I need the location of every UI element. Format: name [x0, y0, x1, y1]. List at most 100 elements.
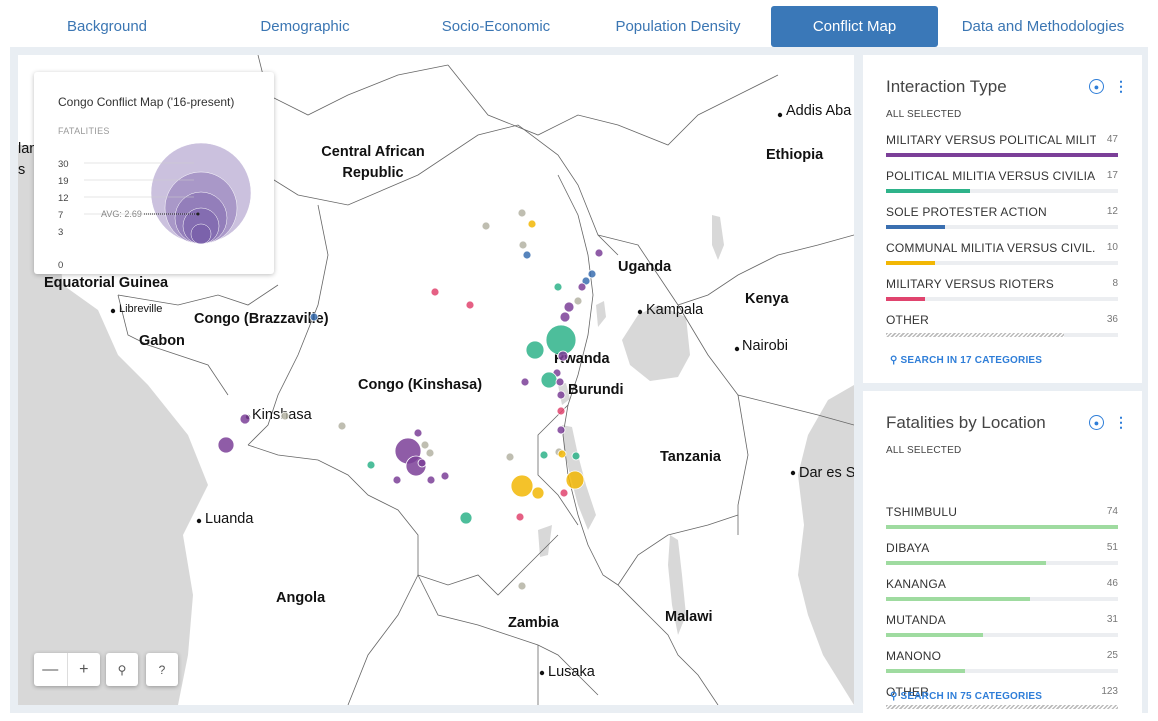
category-bar	[886, 561, 1047, 565]
conflict-point[interactable]	[459, 511, 473, 525]
label-angola: Angola	[276, 590, 326, 606]
conflict-point[interactable]	[587, 269, 597, 279]
conflict-point[interactable]	[539, 450, 549, 460]
conflict-point[interactable]	[555, 377, 565, 387]
conflict-point[interactable]	[522, 250, 532, 260]
category-name: MILITARY VERSUS POLITICAL MILIT...	[886, 133, 1096, 147]
category-row[interactable]: MUTANDA 31	[886, 613, 1118, 649]
conflict-point[interactable]	[413, 428, 423, 438]
category-value: 123	[1101, 686, 1118, 697]
conflict-point[interactable]	[559, 311, 571, 323]
category-row[interactable]: MANONO 25	[886, 649, 1118, 685]
conflict-point[interactable]	[440, 471, 450, 481]
category-bar-track	[886, 597, 1118, 601]
conflict-point[interactable]	[426, 475, 436, 485]
category-row[interactable]: MILITARY VERSUS RIOTERS 8	[886, 277, 1118, 313]
conflict-point[interactable]	[573, 296, 583, 306]
dashboard: Central African Republic Ethiopia Uganda…	[10, 47, 1148, 713]
zoom-in-button[interactable]: +	[68, 653, 101, 686]
conflict-point[interactable]	[553, 282, 563, 292]
conflict-point[interactable]	[557, 350, 569, 362]
tab-background[interactable]: Background	[10, 6, 204, 47]
conflict-point[interactable]	[420, 440, 430, 450]
conflict-point[interactable]	[239, 413, 251, 425]
search-icon: ⚲	[890, 355, 901, 366]
category-row[interactable]: OTHER 36	[886, 313, 1118, 349]
info-icon[interactable]: ●	[1089, 415, 1104, 430]
conflict-point[interactable]	[559, 488, 569, 498]
category-bar	[886, 597, 1030, 601]
conflict-point[interactable]	[217, 436, 235, 454]
search-categories-link[interactable]: ⚲ SEARCH IN 75 CATEGORIES	[890, 691, 1042, 702]
more-options-icon[interactable]: ⋮	[1114, 78, 1128, 94]
conflict-point[interactable]	[280, 411, 290, 421]
category-row[interactable]: MILITARY VERSUS POLITICAL MILIT... 47	[886, 133, 1118, 169]
category-row[interactable]: DIBAYA 51	[886, 541, 1118, 577]
tab-data-methodologies[interactable]: Data and Methodologies	[950, 6, 1136, 47]
conflict-point[interactable]	[337, 421, 347, 431]
conflict-point[interactable]	[525, 340, 545, 360]
conflict-point[interactable]	[515, 512, 525, 522]
conflict-point[interactable]	[571, 451, 581, 461]
conflict-point[interactable]	[531, 486, 545, 500]
conflict-point[interactable]	[309, 312, 319, 322]
label-congo-kinshasa: Congo (Kinshasa)	[358, 377, 482, 393]
zoom-out-button[interactable]: —	[34, 653, 68, 686]
conflict-map[interactable]: Central African Republic Ethiopia Uganda…	[18, 55, 854, 705]
info-icon[interactable]: ●	[1089, 79, 1104, 94]
conflict-point[interactable]	[563, 301, 575, 313]
category-bar	[886, 705, 1118, 709]
tab-conflict-map[interactable]: Conflict Map	[771, 6, 938, 47]
category-bar	[886, 333, 1064, 337]
label-uganda: Uganda	[618, 259, 672, 275]
category-row[interactable]: COMMUNAL MILITIA VERSUS CIVIL... 10	[886, 241, 1118, 277]
conflict-point[interactable]	[366, 460, 376, 470]
category-bar-track	[886, 153, 1118, 157]
conflict-point[interactable]	[517, 208, 527, 218]
conflict-point[interactable]	[465, 300, 475, 310]
label-lusaka: Lusaka	[548, 664, 596, 680]
more-options-icon[interactable]: ⋮	[1114, 414, 1128, 430]
conflict-point[interactable]	[594, 248, 604, 258]
conflict-point[interactable]	[505, 452, 515, 462]
category-bar	[886, 669, 965, 673]
conflict-point[interactable]	[517, 581, 527, 591]
conflict-point[interactable]	[557, 449, 567, 459]
conflict-point[interactable]	[565, 470, 585, 490]
category-bar	[886, 153, 1118, 157]
conflict-point[interactable]	[518, 240, 528, 250]
category-row[interactable]: KANANGA 46	[886, 577, 1118, 613]
category-value: 17	[1106, 170, 1118, 181]
conflict-point[interactable]	[545, 324, 577, 356]
conflict-point[interactable]	[556, 425, 566, 435]
conflict-point[interactable]	[510, 474, 534, 498]
conflict-point[interactable]	[392, 475, 402, 485]
help-icon: ?	[158, 662, 166, 677]
conflict-point[interactable]	[556, 406, 566, 416]
conflict-point[interactable]	[577, 282, 587, 292]
search-categories-link[interactable]: ⚲ SEARCH IN 17 CATEGORIES	[890, 355, 1042, 366]
conflict-point[interactable]	[556, 390, 566, 400]
category-bar	[886, 189, 970, 193]
all-selected-label: ALL SELECTED	[886, 445, 962, 456]
category-name: MANONO	[886, 649, 942, 663]
label-burundi: Burundi	[568, 382, 624, 398]
legend-bubbles: AVG: 2.69	[84, 142, 252, 245]
tab-demographic[interactable]: Demographic	[208, 6, 402, 47]
conflict-point[interactable]	[430, 287, 440, 297]
conflict-point[interactable]	[527, 219, 537, 229]
conflict-point[interactable]	[520, 377, 530, 387]
conflict-point[interactable]	[540, 371, 558, 389]
category-row[interactable]: TSHIMBULU 74	[886, 505, 1118, 541]
tab-population-density[interactable]: Population Density	[583, 6, 773, 47]
category-row[interactable]: POLITICAL MILITIA VERSUS CIVILIA... 17	[886, 169, 1118, 205]
label-addis: Addis Aba	[786, 103, 852, 119]
conflict-point[interactable]	[481, 221, 491, 231]
map-help-button[interactable]: ?	[146, 653, 178, 686]
category-row[interactable]: SOLE PROTESTER ACTION 12	[886, 205, 1118, 241]
conflict-point[interactable]	[425, 448, 435, 458]
tab-socio-economic[interactable]: Socio-Economic	[398, 6, 594, 47]
conflict-point[interactable]	[417, 458, 427, 468]
category-bar-track	[886, 669, 1118, 673]
map-search-button[interactable]: ⚲	[106, 653, 138, 686]
